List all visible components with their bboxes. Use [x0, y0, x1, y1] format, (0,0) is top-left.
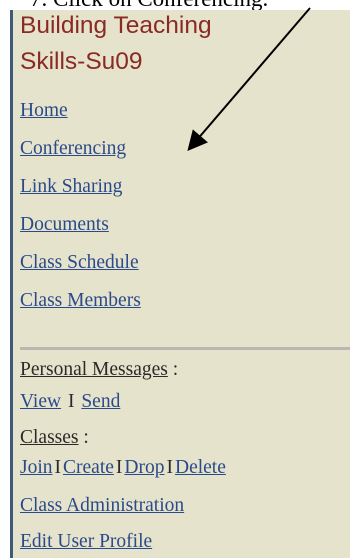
- nav-home-link[interactable]: Home: [20, 100, 68, 121]
- view-messages-link[interactable]: View: [20, 391, 61, 412]
- nav-link-sharing-link[interactable]: Link Sharing: [20, 176, 122, 197]
- classes-actions: Join I Create I Drop I Delete: [20, 456, 226, 480]
- personal-messages-actions: View I Send: [20, 390, 120, 414]
- nav-class-schedule[interactable]: Class Schedule: [20, 251, 139, 275]
- nav-link-sharing[interactable]: Link Sharing: [20, 175, 122, 199]
- nav-documents-link[interactable]: Documents: [20, 214, 109, 235]
- class-administration[interactable]: Class Administration: [20, 494, 184, 518]
- edit-user-profile[interactable]: Edit User Profile: [20, 530, 152, 554]
- edit-user-profile-link[interactable]: Edit User Profile: [20, 531, 152, 552]
- class-title: Building Teaching Skills-Su09: [20, 8, 340, 80]
- class-title-line1: Building Teaching: [20, 12, 212, 39]
- personal-messages-label: Personal Messages :: [20, 358, 178, 382]
- classes-label: Classes :: [20, 426, 89, 450]
- nav-home[interactable]: Home: [20, 99, 68, 123]
- delete-class-link[interactable]: Delete: [175, 457, 226, 478]
- separator: I: [166, 457, 173, 478]
- class-administration-link[interactable]: Class Administration: [20, 495, 184, 516]
- personal-messages-colon: :: [167, 359, 179, 380]
- nav-class-members[interactable]: Class Members: [20, 289, 141, 313]
- separator: I: [115, 457, 123, 478]
- section-divider: [20, 347, 350, 350]
- class-title-line2: Skills-Su09: [20, 48, 143, 75]
- personal-messages-text: Personal Messages: [20, 359, 168, 380]
- classes-text: Classes: [20, 427, 79, 448]
- classes-colon: :: [78, 427, 89, 448]
- panel-left-border: [10, 10, 13, 558]
- nav-conferencing-link[interactable]: Conferencing: [20, 138, 126, 159]
- nav-class-schedule-link[interactable]: Class Schedule: [20, 252, 139, 273]
- separator: I: [54, 457, 62, 478]
- nav-class-members-link[interactable]: Class Members: [20, 290, 141, 311]
- nav-documents[interactable]: Documents: [20, 213, 109, 237]
- sidebar-panel: Building Teaching Skills-Su09 Home Confe…: [0, 10, 350, 558]
- join-class-link[interactable]: Join: [20, 457, 53, 478]
- separator: I: [67, 391, 75, 412]
- drop-class-link[interactable]: Drop: [124, 457, 164, 478]
- create-class-link[interactable]: Create: [63, 457, 114, 478]
- panel-left-margin: [0, 10, 10, 558]
- send-message-link[interactable]: Send: [81, 391, 120, 412]
- nav-conferencing[interactable]: Conferencing: [20, 137, 126, 161]
